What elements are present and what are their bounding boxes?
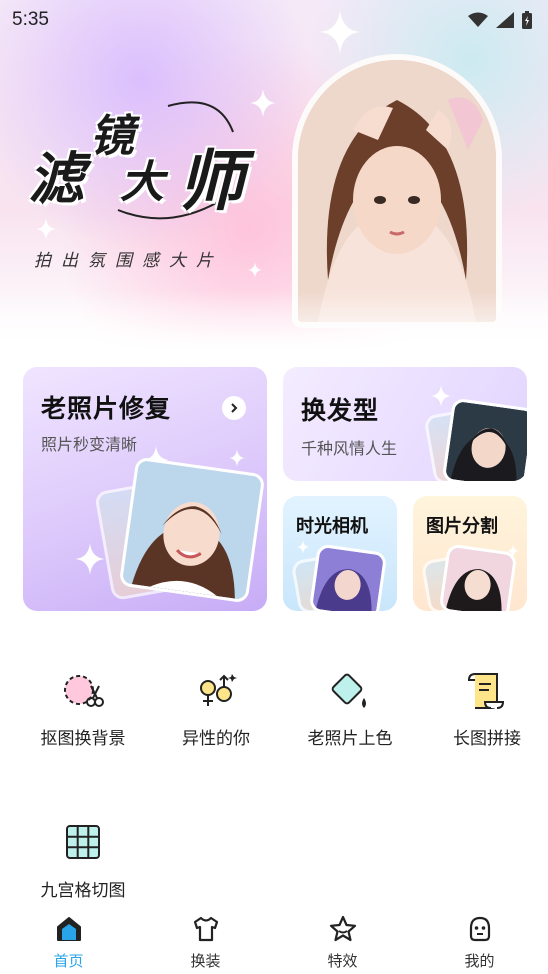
tool-gender-swap[interactable]: 异性的你 <box>156 668 276 749</box>
portrait-illustration <box>298 60 496 322</box>
sample-photo <box>118 456 266 604</box>
paint-bucket-icon <box>331 673 366 708</box>
sample-photo <box>441 397 527 481</box>
title-char: 大 <box>120 157 164 208</box>
tool-cutout-background[interactable]: 抠图换背景 <box>23 668 143 749</box>
battery-icon <box>522 11 532 29</box>
nav-item-home[interactable]: 首页 <box>0 908 137 974</box>
star-icon <box>329 915 356 942</box>
grid-icon <box>66 825 100 859</box>
chevron-right-icon[interactable] <box>222 396 246 420</box>
sparkle-icon <box>75 543 105 575</box>
nav-label: 我的 <box>464 952 495 970</box>
cutout-scissors-icon <box>64 675 104 707</box>
signal-icon <box>496 12 514 28</box>
photo-split-card[interactable]: 图片分割 <box>413 496 527 611</box>
tool-label: 九宫格切图 <box>40 881 126 901</box>
gender-swap-icon <box>200 674 237 706</box>
nav-label: 特效 <box>327 952 358 970</box>
status-time: 5:35 <box>12 9 49 30</box>
tool-label: 老照片上色 <box>307 729 393 749</box>
hero-banner[interactable]: 5:35 滤 镜 大 师 拍出氛围感大片 <box>0 0 548 350</box>
hero-fade <box>0 290 548 350</box>
card-title: 时光相机 <box>296 516 368 537</box>
time-camera-card[interactable]: 时光相机 <box>283 496 397 611</box>
sparkle-icon <box>248 262 262 278</box>
tool-label: 抠图换背景 <box>40 729 126 749</box>
card-title: 图片分割 <box>426 516 498 537</box>
status-icons <box>468 11 532 29</box>
nav-item-outfit[interactable]: 换装 <box>137 908 274 974</box>
tshirt-icon <box>193 916 218 942</box>
change-hairstyle-card[interactable]: 换发型 千种风情人生 <box>283 367 527 481</box>
tool-colorize-old-photo[interactable]: 老照片上色 <box>290 668 410 749</box>
sparkle-icon <box>229 449 245 467</box>
scroll-icon <box>467 673 505 709</box>
old-photo-restore-card[interactable]: 老照片修复 照片秒变清晰 <box>23 367 267 611</box>
tool-label: 异性的你 <box>182 729 250 749</box>
card-title: 老照片修复 <box>41 394 172 423</box>
wifi-icon <box>468 12 488 27</box>
nav-label: 换装 <box>190 952 221 970</box>
hero-photo <box>292 54 502 328</box>
profile-icon <box>469 916 490 942</box>
title-char: 滤 <box>28 146 84 212</box>
card-title: 换发型 <box>301 396 380 425</box>
status-bar: 5:35 <box>0 0 548 40</box>
nav-label: 首页 <box>53 952 84 970</box>
sparkle-icon <box>297 540 309 554</box>
home-icon <box>56 917 81 941</box>
tool-long-image-stitch[interactable]: 长图拼接 <box>427 668 547 749</box>
sample-photo <box>438 543 518 611</box>
card-subtitle: 照片秒变清晰 <box>41 435 138 454</box>
sparkle-icon <box>431 385 451 407</box>
title-char: 师 <box>178 142 244 220</box>
bottom-nav: 首页 换装 特效 我的 <box>0 908 548 974</box>
tool-nine-grid-cut[interactable]: 九宫格切图 <box>23 820 143 901</box>
card-subtitle: 千种风情人生 <box>301 439 398 458</box>
brand-title: 滤 镜 大 师 <box>28 92 268 232</box>
nav-item-profile[interactable]: 我的 <box>411 908 548 974</box>
nav-item-effects[interactable]: 特效 <box>274 908 411 974</box>
sample-photo <box>308 543 388 611</box>
tool-label: 长图拼接 <box>453 729 521 749</box>
hero-subtitle: 拍出氛围感大片 <box>34 251 223 271</box>
